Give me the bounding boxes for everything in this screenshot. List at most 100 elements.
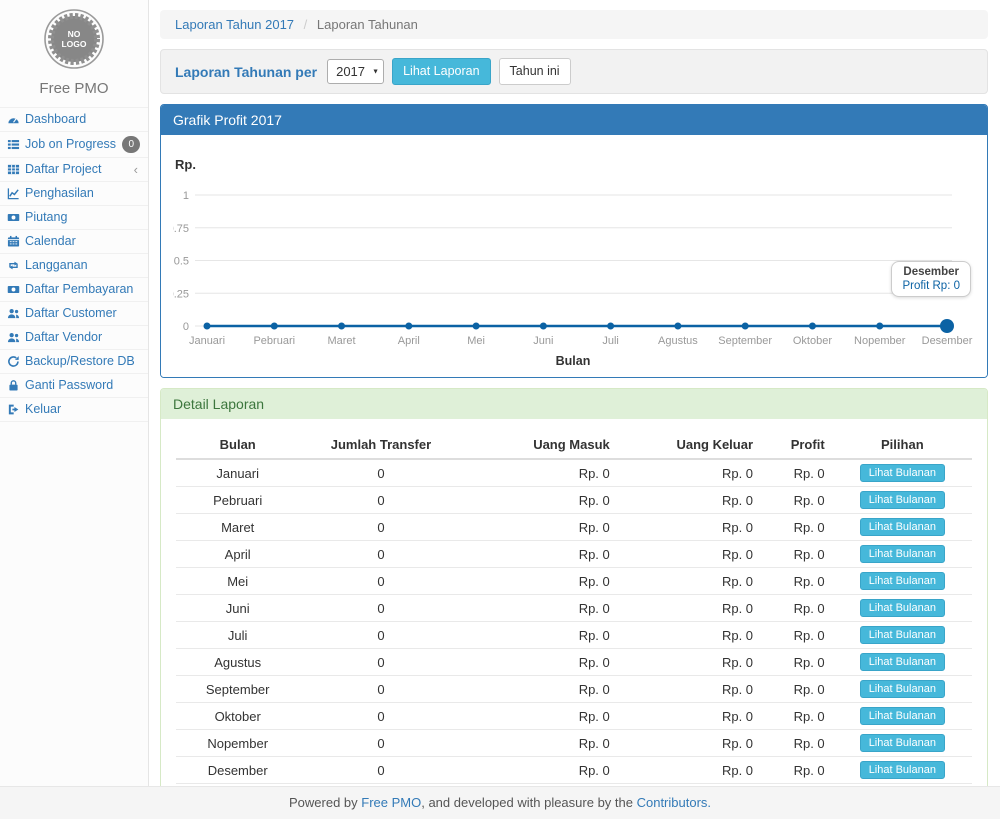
table-cell: 0 <box>299 622 462 649</box>
table-cell: 0 <box>299 568 462 595</box>
lihat-laporan-button[interactable]: Lihat Laporan <box>392 58 490 85</box>
money-icon <box>7 283 20 296</box>
sidebar-link[interactable]: Daftar Vendor <box>0 326 148 349</box>
lihat-bulanan-button[interactable]: Lihat Bulanan <box>860 545 945 563</box>
sidebar-item-label: Ganti Password <box>25 378 142 393</box>
column-header: Pilihan <box>833 431 972 459</box>
column-header: Bulan <box>176 431 299 459</box>
table-cell-actions: Lihat Bulanan <box>833 703 972 730</box>
lihat-bulanan-button[interactable]: Lihat Bulanan <box>860 599 945 617</box>
sidebar-item-label: Job on Progress <box>25 137 117 152</box>
table-cell: Rp. 0 <box>463 487 618 514</box>
breadcrumb: Laporan Tahun 2017 / Laporan Tahunan <box>160 10 988 39</box>
sidebar-item-label: Daftar Vendor <box>25 330 142 345</box>
y-tick-label: 0.5 <box>174 256 189 268</box>
sidebar-item-penghasilan: Penghasilan <box>0 181 148 205</box>
calendar-icon <box>7 235 20 248</box>
free-pmo-app: NO LOGO Free PMO DashboardJob on Progres… <box>0 0 1000 819</box>
lihat-bulanan-button[interactable]: Lihat Bulanan <box>860 491 945 509</box>
table-cell: Rp. 0 <box>618 622 761 649</box>
table-cell: 0 <box>299 541 462 568</box>
table-cell: Januari <box>176 459 299 487</box>
data-point-nopember[interactable] <box>876 323 883 330</box>
sidebar-link[interactable]: Calendar <box>0 230 148 253</box>
sidebar-link[interactable]: Langganan <box>0 254 148 277</box>
table-cell: Rp. 0 <box>618 541 761 568</box>
x-tick-label: Agustus <box>658 335 698 347</box>
table-cell: Rp. 0 <box>463 622 618 649</box>
year-select[interactable]: 2017 <box>327 59 384 84</box>
lihat-bulanan-button[interactable]: Lihat Bulanan <box>860 707 945 725</box>
sidebar-link[interactable]: Backup/Restore DB <box>0 350 148 373</box>
column-header: Jumlah Transfer <box>299 431 462 459</box>
table-cell: Pebruari <box>176 487 299 514</box>
tahun-ini-button[interactable]: Tahun ini <box>499 58 571 85</box>
breadcrumb-link[interactable]: Laporan Tahun 2017 <box>175 17 294 32</box>
table-cell: Rp. 0 <box>618 459 761 487</box>
table-cell: Rp. 0 <box>761 730 833 757</box>
lihat-bulanan-button[interactable]: Lihat Bulanan <box>860 518 945 536</box>
table-cell: Rp. 0 <box>761 487 833 514</box>
lihat-bulanan-button[interactable]: Lihat Bulanan <box>860 734 945 752</box>
table-cell: Desember <box>176 757 299 784</box>
table-row: Desember0Rp. 0Rp. 0Rp. 0Lihat Bulanan <box>176 757 972 784</box>
data-point-mei[interactable] <box>473 323 480 330</box>
data-point-oktober[interactable] <box>809 323 816 330</box>
table-cell: Rp. 0 <box>463 730 618 757</box>
tooltip-label: Desember <box>902 266 960 278</box>
table-cell: Mei <box>176 568 299 595</box>
breadcrumb-current: Laporan Tahunan <box>317 17 418 32</box>
table-cell: Rp. 0 <box>463 514 618 541</box>
table-cell: Rp. 0 <box>618 568 761 595</box>
sidebar-link[interactable]: Job on Progress0 <box>0 132 148 157</box>
sidebar-link[interactable]: Daftar Customer <box>0 302 148 325</box>
column-header: Uang Masuk <box>463 431 618 459</box>
lihat-bulanan-button[interactable]: Lihat Bulanan <box>860 761 945 779</box>
table-row: Nopember0Rp. 0Rp. 0Rp. 0Lihat Bulanan <box>176 730 972 757</box>
table-cell: 0 <box>299 676 462 703</box>
lihat-bulanan-button[interactable]: Lihat Bulanan <box>860 653 945 671</box>
footer-link-contributors[interactable]: Contributors. <box>637 795 711 810</box>
table-cell-actions: Lihat Bulanan <box>833 730 972 757</box>
data-point-agustus[interactable] <box>674 323 681 330</box>
sidebar-link[interactable]: Dashboard <box>0 108 148 131</box>
table-cell: Rp. 0 <box>761 757 833 784</box>
lihat-bulanan-button[interactable]: Lihat Bulanan <box>860 572 945 590</box>
data-point-desember[interactable] <box>940 319 954 333</box>
table-cell-actions: Lihat Bulanan <box>833 568 972 595</box>
svg-text:NO: NO <box>68 29 81 39</box>
data-point-september[interactable] <box>742 323 749 330</box>
data-point-juni[interactable] <box>540 323 547 330</box>
data-point-pebruari[interactable] <box>271 323 278 330</box>
sidebar-link[interactable]: Daftar Project‹ <box>0 158 148 181</box>
footer-link-free-pmo[interactable]: Free PMO <box>361 795 421 810</box>
sidebar-link[interactable]: Penghasilan <box>0 182 148 205</box>
data-point-juli[interactable] <box>607 323 614 330</box>
table-cell: Nopember <box>176 730 299 757</box>
sidebar-item-label: Daftar Pembayaran <box>25 282 142 297</box>
sidebar-item-label: Dashboard <box>25 112 142 127</box>
lihat-bulanan-button[interactable]: Lihat Bulanan <box>860 626 945 644</box>
sidebar-link[interactable]: Piutang <box>0 206 148 229</box>
data-point-januari[interactable] <box>204 323 211 330</box>
table-cell: Juni <box>176 595 299 622</box>
x-tick-label: Juni <box>533 335 553 347</box>
report-filter-panel: Laporan Tahunan per 2017 ▼ Lihat Laporan… <box>160 49 988 94</box>
table-cell-actions: Lihat Bulanan <box>833 487 972 514</box>
table-header-row: BulanJumlah TransferUang MasukUang Kelua… <box>176 431 972 459</box>
data-point-april[interactable] <box>405 323 412 330</box>
main-content: Laporan Tahun 2017 / Laporan Tahunan Lap… <box>150 0 1000 819</box>
sidebar-link[interactable]: Ganti Password <box>0 374 148 397</box>
data-point-maret[interactable] <box>338 323 345 330</box>
table-row: Juni0Rp. 0Rp. 0Rp. 0Lihat Bulanan <box>176 595 972 622</box>
table-cell: Rp. 0 <box>761 649 833 676</box>
table-cell: Rp. 0 <box>463 595 618 622</box>
lihat-bulanan-button[interactable]: Lihat Bulanan <box>860 464 945 482</box>
sidebar-link[interactable]: Keluar <box>0 398 148 421</box>
table-cell: Rp. 0 <box>761 541 833 568</box>
table-cell: 0 <box>299 595 462 622</box>
lihat-bulanan-button[interactable]: Lihat Bulanan <box>860 680 945 698</box>
y-tick-label: 0 <box>183 321 189 333</box>
sidebar-link[interactable]: Daftar Pembayaran <box>0 278 148 301</box>
table-cell: Rp. 0 <box>618 595 761 622</box>
